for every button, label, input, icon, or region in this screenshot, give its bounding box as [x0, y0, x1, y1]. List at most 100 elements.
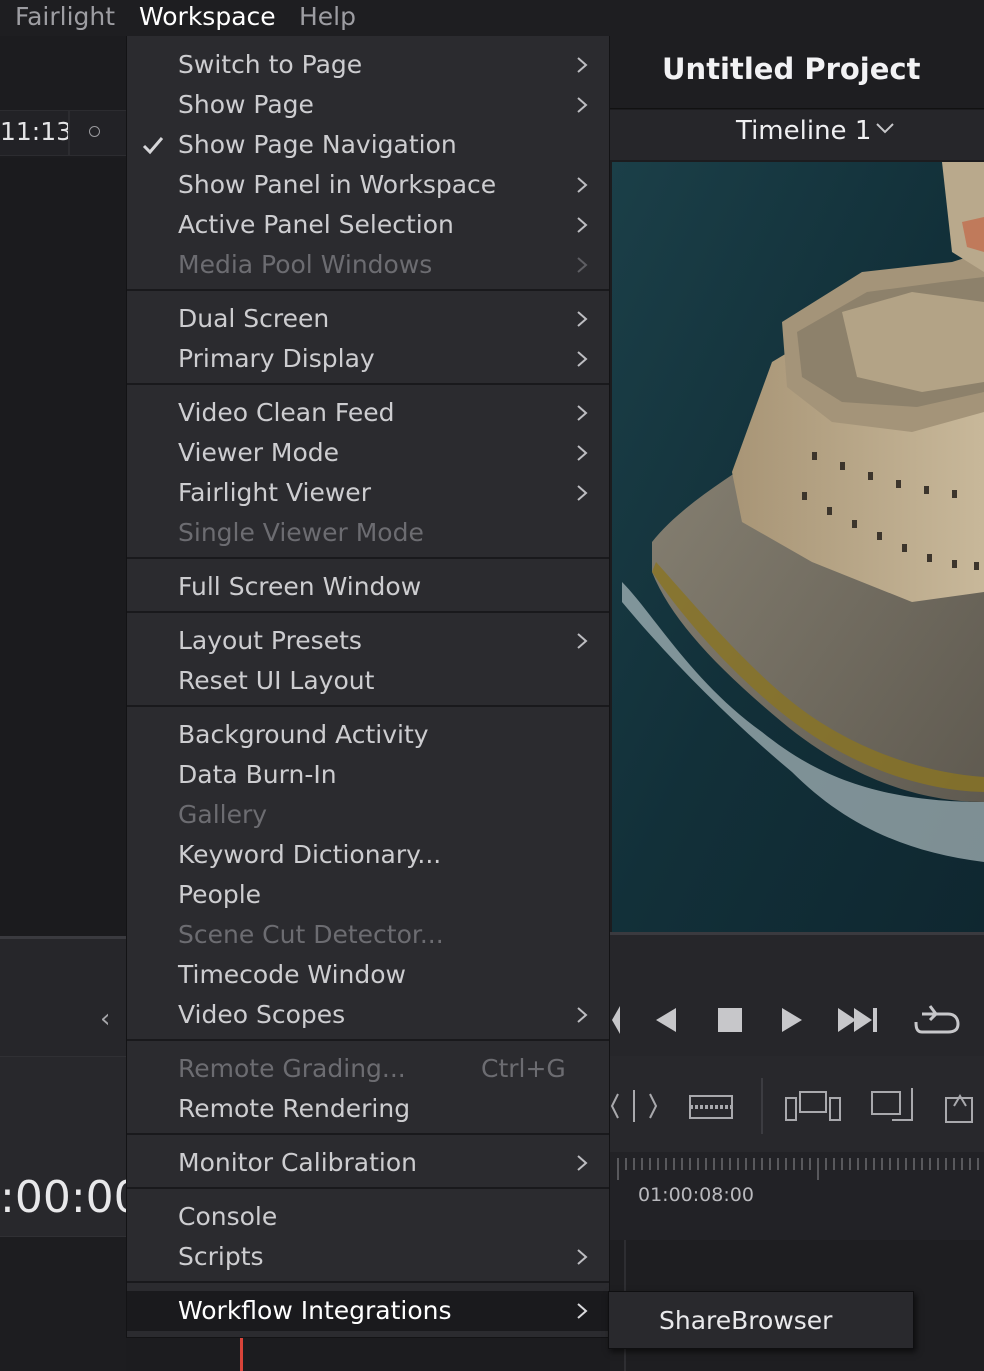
menu-item-show-panel-in-workspace[interactable]: Show Panel in Workspace: [127, 165, 609, 205]
menu-item-label: Timecode Window: [178, 960, 406, 989]
menu-separator: [127, 557, 609, 559]
menu-item-active-panel-selection[interactable]: Active Panel Selection: [127, 205, 609, 245]
edit-toolbar: [610, 1056, 984, 1152]
playhead[interactable]: [240, 1336, 243, 1371]
chevron-right-icon: [577, 405, 588, 421]
left-track-header: [0, 1236, 126, 1371]
menu-separator: [127, 1281, 609, 1283]
menu-bar: Fairlight Workspace Help: [0, 0, 984, 36]
menu-item-label: Background Activity: [178, 720, 429, 749]
replace-clip-icon[interactable]: [871, 1088, 913, 1121]
chevron-right-icon: [577, 1249, 588, 1265]
menu-item-background-activity[interactable]: Background Activity: [127, 715, 609, 755]
skip-end-icon[interactable]: [838, 1008, 877, 1032]
menu-separator: [127, 611, 609, 613]
menu-item-people[interactable]: People: [127, 875, 609, 915]
menu-item-label: Scripts: [178, 1242, 264, 1271]
trim-icon[interactable]: [689, 1095, 733, 1119]
menu-item-label: Fairlight Viewer: [178, 478, 371, 507]
menu-separator: [127, 705, 609, 707]
menu-item-viewer-mode[interactable]: Viewer Mode: [127, 433, 609, 473]
menu-item-reset-ui-layout[interactable]: Reset UI Layout: [127, 661, 609, 701]
menu-fairlight[interactable]: Fairlight: [15, 0, 115, 34]
menu-item-label: Switch to Page: [178, 50, 363, 79]
video-viewer[interactable]: [612, 162, 984, 932]
chevron-right-icon: [577, 633, 588, 649]
menu-item-full-screen-window[interactable]: Full Screen Window: [127, 567, 609, 607]
menu-item-label: Video Clean Feed: [178, 398, 395, 427]
submenu-item-sharebrowser[interactable]: ShareBrowser: [659, 1301, 832, 1341]
chevron-right-icon: [577, 351, 588, 367]
menu-item-keyword-dictionary[interactable]: Keyword Dictionary...: [127, 835, 609, 875]
menu-separator: [127, 383, 609, 385]
menu-item-label: Scene Cut Detector...: [178, 920, 444, 949]
menu-item-workflow-integrations[interactable]: Workflow Integrations: [127, 1291, 609, 1331]
menu-item-scripts[interactable]: Scripts: [127, 1237, 609, 1277]
menu-item-label: Video Scopes: [178, 1000, 346, 1029]
chevron-right-icon: [577, 1007, 588, 1023]
menu-item-label: Remote Rendering: [178, 1094, 411, 1123]
chevron-right-icon: [577, 445, 588, 461]
menu-item-monitor-calibration[interactable]: Monitor Calibration: [127, 1143, 609, 1183]
menu-item-label: Monitor Calibration: [178, 1148, 418, 1177]
menu-item-timecode-window[interactable]: Timecode Window: [127, 955, 609, 995]
menu-item-gallery: Gallery: [127, 795, 609, 835]
workspace-menu: Switch to Page Show Page Show Page Navig…: [126, 36, 610, 1338]
play-icon[interactable]: [782, 1008, 802, 1032]
stop-icon[interactable]: [718, 1008, 742, 1032]
ruler-timecode-label: 01:00:08:00: [638, 1184, 754, 1206]
menu-item-layout-presets[interactable]: Layout Presets: [127, 621, 609, 661]
menu-item-label: Reset UI Layout: [178, 666, 375, 695]
chevron-right-icon: [577, 1303, 588, 1319]
menu-item-console[interactable]: Console: [127, 1197, 609, 1237]
split-clip-icon[interactable]: [610, 1090, 658, 1122]
menu-item-remote-grading: Remote Grading... Ctrl+G: [127, 1049, 609, 1089]
menu-item-label: Show Panel in Workspace: [178, 170, 497, 199]
menu-item-label: Full Screen Window: [178, 572, 422, 601]
menu-item-label: Active Panel Selection: [178, 210, 454, 239]
menu-separator: [127, 1039, 609, 1041]
menu-item-label: Gallery: [178, 800, 268, 829]
source-viewer-area: [0, 158, 126, 936]
menu-item-data-burn-in[interactable]: Data Burn-In: [127, 755, 609, 795]
loop-icon[interactable]: [914, 1005, 960, 1034]
menu-item-label: Primary Display: [178, 344, 375, 373]
place-on-top-icon[interactable]: [945, 1094, 973, 1123]
chevron-right-icon: [577, 217, 588, 233]
menu-item-switch-to-page[interactable]: Switch to Page: [127, 45, 609, 85]
menu-item-video-clean-feed[interactable]: Video Clean Feed: [127, 393, 609, 433]
aerial-fort-image: [612, 162, 984, 932]
menu-item-label: Remote Grading...: [178, 1054, 406, 1083]
project-title: Untitled Project: [662, 52, 921, 86]
chevron-right-icon: [577, 311, 588, 327]
menu-separator: [127, 1133, 609, 1135]
menu-workspace[interactable]: Workspace: [139, 0, 276, 34]
play-reverse-icon[interactable]: [656, 1008, 676, 1032]
chevron-right-icon: [577, 97, 588, 113]
menu-item-show-page[interactable]: Show Page: [127, 85, 609, 125]
menu-item-remote-rendering[interactable]: Remote Rendering: [127, 1089, 609, 1129]
menu-item-primary-display[interactable]: Primary Display: [127, 339, 609, 379]
chevron-left-icon[interactable]: ‹: [100, 1004, 110, 1034]
overwrite-clip-icon[interactable]: [785, 1091, 841, 1121]
chevron-right-icon: [577, 257, 588, 273]
menu-item-label: Keyword Dictionary...: [178, 840, 442, 869]
menu-item-fairlight-viewer[interactable]: Fairlight Viewer: [127, 473, 609, 513]
status-dot-icon[interactable]: [89, 126, 100, 137]
menu-item-label: Layout Presets: [178, 626, 362, 655]
menu-help[interactable]: Help: [299, 0, 356, 34]
menu-item-label: Dual Screen: [178, 304, 330, 333]
chevron-right-icon: [577, 485, 588, 501]
divider: [68, 110, 70, 156]
chevron-down-icon[interactable]: [874, 120, 896, 136]
left-timecode: 11:13: [0, 117, 73, 146]
step-back-icon[interactable]: [612, 1006, 620, 1034]
shortcut-label: Ctrl+G: [481, 1054, 566, 1083]
menu-item-show-page-navigation[interactable]: Show Page Navigation: [127, 125, 609, 165]
transport-controls: [612, 1005, 960, 1034]
menu-item-label: Data Burn-In: [178, 760, 337, 789]
menu-item-label: Single Viewer Mode: [178, 518, 424, 547]
timeline-name[interactable]: Timeline 1: [736, 116, 871, 146]
menu-item-dual-screen[interactable]: Dual Screen: [127, 299, 609, 339]
menu-item-video-scopes[interactable]: Video Scopes: [127, 995, 609, 1035]
